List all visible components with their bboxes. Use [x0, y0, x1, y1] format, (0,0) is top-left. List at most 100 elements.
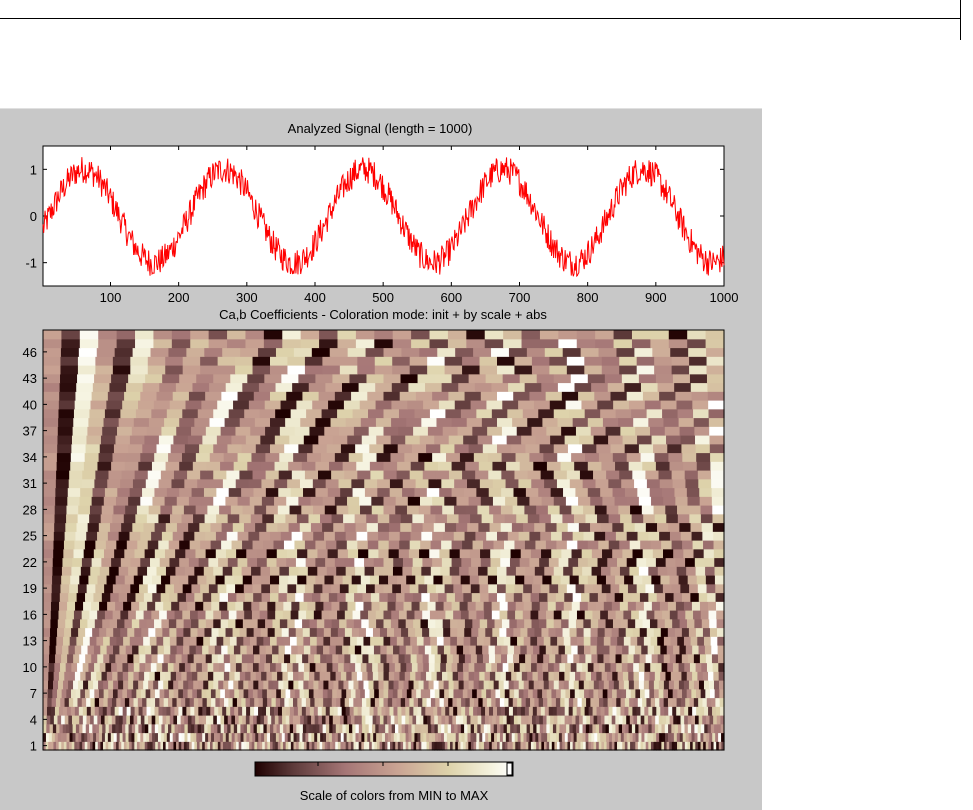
heatmap-cell [80, 671, 87, 681]
heatmap-cell [501, 653, 508, 664]
heatmap-cell [131, 601, 140, 611]
heatmap-cell [293, 706, 299, 716]
heatmap-cell [707, 391, 725, 401]
heatmap-cell [612, 671, 619, 681]
heatmap-cell [347, 548, 359, 559]
heatmap-cell [500, 557, 511, 567]
heatmap-cell [413, 426, 429, 436]
heatmap-cell [77, 356, 96, 366]
heatmap-cell [435, 513, 448, 524]
heatmap-cell [295, 557, 307, 567]
heatmap-cell [220, 688, 226, 699]
heatmap-cell [445, 610, 454, 620]
heatmap-cell [211, 592, 221, 602]
heatmap-cell [297, 645, 305, 655]
heatmap-cell [176, 671, 182, 681]
heatmap-cell [557, 417, 574, 427]
heatmap-cell [271, 697, 277, 707]
heatmap-cell [46, 715, 51, 725]
heatmap-cell [654, 583, 664, 594]
heatmap-cell [522, 592, 532, 602]
heatmap-cell [566, 540, 578, 550]
heatmap-cell [221, 391, 239, 401]
heatmap-cell [464, 531, 476, 541]
heatmap-cell [279, 566, 290, 576]
heatmap-cell [112, 513, 125, 524]
heatmap-cell [453, 688, 459, 699]
heatmap-cell [242, 382, 260, 392]
heatmap-cell [60, 697, 66, 707]
heatmap-cell [684, 706, 689, 716]
heatmap-cell [603, 653, 611, 664]
heatmap-cell [561, 653, 568, 664]
heatmap-cell [472, 540, 484, 550]
heatmap-cell [310, 697, 316, 707]
heatmap-cell [410, 671, 417, 681]
heatmap-y-tick-label: 43 [23, 371, 37, 386]
heatmap-cell [193, 513, 206, 524]
heatmap-cell [240, 347, 259, 357]
heatmap-cell [179, 601, 188, 611]
heatmap-cell [618, 680, 625, 690]
heatmap-cell [315, 601, 325, 611]
colorbar-slider-handle[interactable] [506, 762, 513, 776]
heatmap-cell [562, 513, 575, 524]
heatmap-cell [185, 400, 202, 410]
heatmap-cell [139, 601, 148, 611]
heatmap-cell [427, 356, 446, 366]
heatmap-cell [469, 575, 480, 585]
heatmap-cell [270, 391, 287, 401]
heatmap-cell [85, 671, 92, 681]
heatmap-cell [378, 540, 390, 550]
heatmap-cell [463, 671, 470, 681]
heatmap-cell [69, 470, 83, 480]
heatmap-cell [610, 662, 617, 672]
heatmap-cell [283, 540, 296, 550]
heatmap-cell [278, 653, 285, 664]
heatmap-cell [451, 557, 462, 567]
heatmap-cell [659, 601, 669, 611]
heatmap-cell [553, 610, 563, 620]
heatmap-cell [152, 592, 162, 602]
heatmap-cell [591, 548, 603, 559]
heatmap-cell [319, 671, 326, 681]
heatmap-cell [84, 688, 91, 699]
heatmap-cell [600, 715, 606, 725]
heatmap-cell [74, 540, 86, 550]
heatmap-cell [672, 478, 687, 489]
heatmap-cell [419, 715, 424, 725]
heatmap-cell [403, 636, 411, 646]
heatmap-cell [310, 645, 318, 655]
heatmap-cell [571, 601, 581, 611]
heatmap-cell [455, 715, 461, 725]
heatmap-cell [89, 513, 102, 524]
heatmap-cell [383, 618, 392, 629]
heatmap-cell [222, 478, 237, 489]
heatmap-cell [75, 531, 87, 541]
heatmap-cell [366, 373, 385, 384]
heatmap-cell [252, 540, 264, 550]
heatmap-cell [655, 715, 660, 725]
heatmap-cell [364, 487, 378, 497]
heatmap-cell [601, 566, 612, 576]
heatmap-cell [104, 487, 118, 497]
heatmap-cell [430, 697, 436, 707]
heatmap-cell [79, 715, 84, 725]
heatmap-cell [67, 496, 81, 506]
heatmap-cell [71, 662, 78, 672]
heatmap-cell [43, 391, 60, 401]
heatmap-cell [237, 531, 249, 541]
heatmap-cell [708, 706, 713, 716]
heatmap-cell [634, 478, 648, 489]
heatmap-cell [197, 610, 207, 620]
heatmap-cell [433, 680, 440, 690]
heatmap-cell [563, 601, 573, 611]
heatmap-cell [266, 522, 279, 532]
heatmap-cell [262, 706, 267, 716]
heatmap-cell [352, 487, 366, 497]
heatmap-cell [671, 470, 686, 480]
heatmap-y-tick-label: 22 [23, 555, 37, 570]
heatmap-cell [143, 592, 153, 602]
heatmap-cell [177, 715, 182, 725]
heatmap-cell [202, 706, 207, 716]
